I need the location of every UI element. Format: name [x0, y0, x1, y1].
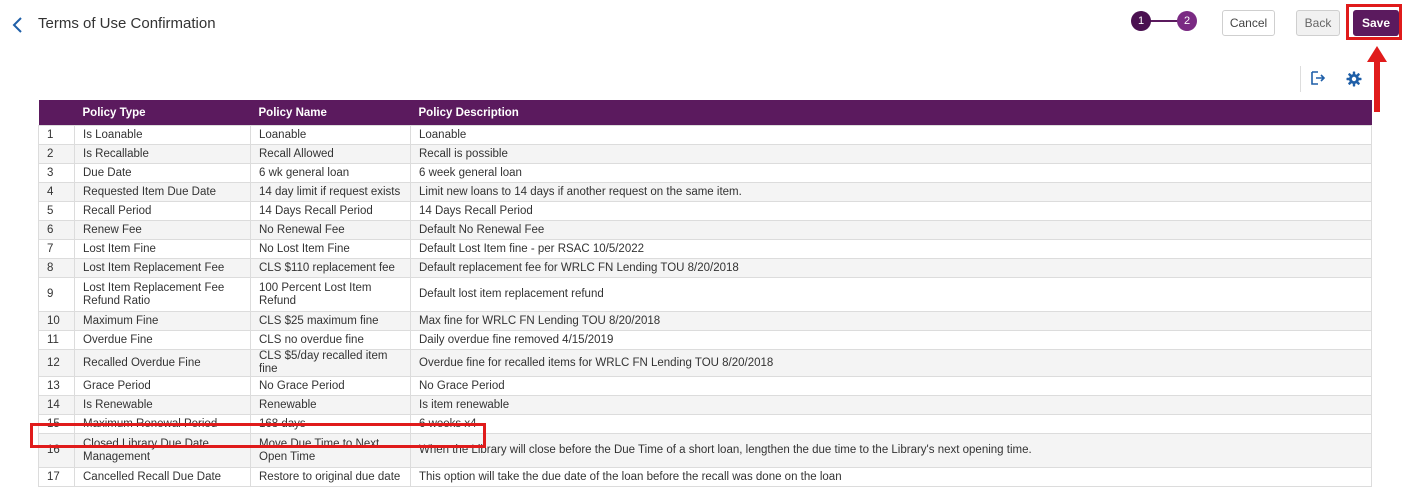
- table-row[interactable]: 4 Requested Item Due Date 14 day limit if …: [38, 182, 1372, 202]
- policy-name: CLS $25 maximum fine: [250, 311, 411, 331]
- row-number: 17: [38, 467, 75, 487]
- table-row[interactable]: 10 Maximum Fine CLS $25 maximum fine Max fi…: [38, 311, 1372, 331]
- policy-type: Due Date: [74, 163, 251, 183]
- row-number: 10: [38, 311, 75, 331]
- policy-description: Loanable: [410, 125, 1372, 145]
- table-row[interactable]: 12 Recalled Overdue Fine CLS $5/day recall…: [38, 349, 1372, 377]
- table-row[interactable]: 17 Cancelled Recall Due Date Restore to or…: [38, 467, 1372, 487]
- row-number: 7: [38, 239, 75, 259]
- policy-name: CLS $110 replacement fee: [250, 258, 411, 278]
- row-number: 2: [38, 144, 75, 164]
- table-row[interactable]: 11 Overdue Fine CLS no overdue fine Daily o…: [38, 330, 1372, 350]
- column-header-policy-name[interactable]: Policy Name: [250, 100, 411, 126]
- policy-description: 6 week general loan: [410, 163, 1372, 183]
- policy-type: Maximum Fine: [74, 311, 251, 331]
- table-header-row: Policy Type Policy Name Policy Descripti…: [38, 100, 1372, 126]
- toolbar-divider: [1300, 66, 1301, 92]
- column-header-number: [38, 100, 75, 126]
- row-number: 1: [38, 125, 75, 145]
- policy-name: No Renewal Fee: [250, 220, 411, 240]
- step-indicator: 1 2: [1131, 11, 1203, 31]
- policy-type: Lost Item Replacement Fee: [74, 258, 251, 278]
- row-number: 8: [38, 258, 75, 278]
- policy-description: 6 weeks x4: [410, 414, 1372, 434]
- gear-icon[interactable]: [1346, 71, 1362, 87]
- save-highlight-box: [1346, 4, 1402, 40]
- table-row[interactable]: 9 Lost Item Replacement Fee Refund Ratio 1…: [38, 277, 1372, 312]
- row-number: 11: [38, 330, 75, 350]
- back-button[interactable]: Back: [1296, 10, 1340, 36]
- policy-name: CLS no overdue fine: [250, 330, 411, 350]
- policy-description: No Grace Period: [410, 376, 1372, 396]
- column-header-policy-description[interactable]: Policy Description: [410, 100, 1372, 126]
- row-number: 4: [38, 182, 75, 202]
- policy-description: Is item renewable: [410, 395, 1372, 415]
- policy-description: Default replacement fee for WRLC FN Lend…: [410, 258, 1372, 278]
- policy-type: Recall Period: [74, 201, 251, 221]
- chevron-left-icon[interactable]: [8, 14, 28, 36]
- policy-description: Overdue fine for recalled items for WRLC…: [410, 349, 1372, 377]
- table-row[interactable]: 14 Is Renewable Renewable Is item renewable: [38, 395, 1372, 415]
- row-number: 13: [38, 376, 75, 396]
- policy-name: 6 wk general loan: [250, 163, 411, 183]
- step-2: 2: [1177, 11, 1197, 31]
- policy-description: Default No Renewal Fee: [410, 220, 1372, 240]
- policy-name: Loanable: [250, 125, 411, 145]
- policy-description: When the Library will close before the D…: [410, 433, 1372, 468]
- policy-name: 14 day limit if request exists: [250, 182, 411, 202]
- policy-type: Is Loanable: [74, 125, 251, 145]
- row-number: 5: [38, 201, 75, 221]
- policy-name: 100 Percent Lost Item Refund: [250, 277, 411, 312]
- step-1: 1: [1131, 11, 1151, 31]
- row-number: 12: [38, 349, 75, 377]
- policy-description: This option will take the due date of th…: [410, 467, 1372, 487]
- page-header: Terms of Use Confirmation 1 2 Cancel Bac…: [0, 0, 1415, 50]
- policy-description: Daily overdue fine removed 4/15/2019: [410, 330, 1372, 350]
- policy-name: No Grace Period: [250, 376, 411, 396]
- row-number: 6: [38, 220, 75, 240]
- cancel-button[interactable]: Cancel: [1222, 10, 1275, 36]
- policy-type: Grace Period: [74, 376, 251, 396]
- policy-name: CLS $5/day recalled item fine: [250, 349, 411, 377]
- table-row[interactable]: 5 Recall Period 14 Days Recall Period 14 Da…: [38, 201, 1372, 221]
- policy-type: Lost Item Replacement Fee Refund Ratio: [74, 277, 251, 312]
- table-row[interactable]: 8 Lost Item Replacement Fee CLS $110 repla…: [38, 258, 1372, 278]
- policy-type: Lost Item Fine: [74, 239, 251, 259]
- policy-description: Limit new loans to 14 days if another re…: [410, 182, 1372, 202]
- export-icon[interactable]: [1310, 70, 1326, 86]
- table-row[interactable]: 1 Is Loanable Loanable Loanable: [38, 125, 1372, 145]
- table-row[interactable]: 6 Renew Fee No Renewal Fee Default No Renew…: [38, 220, 1372, 240]
- policy-description: Max fine for WRLC FN Lending TOU 8/20/20…: [410, 311, 1372, 331]
- row-highlight-box: [30, 423, 486, 448]
- policy-description: Default Lost Item fine - per RSAC 10/5/2…: [410, 239, 1372, 259]
- policy-type: Is Renewable: [74, 395, 251, 415]
- policy-name: Restore to original due date: [250, 467, 411, 487]
- policy-description: 14 Days Recall Period: [410, 201, 1372, 221]
- row-number: 14: [38, 395, 75, 415]
- policy-type: Renew Fee: [74, 220, 251, 240]
- table-row[interactable]: 3 Due Date 6 wk general loan 6 week general…: [38, 163, 1372, 183]
- table-row[interactable]: 7 Lost Item Fine No Lost Item Fine Default …: [38, 239, 1372, 259]
- policy-description: Recall is possible: [410, 144, 1372, 164]
- policy-type: Overdue Fine: [74, 330, 251, 350]
- policy-type: Recalled Overdue Fine: [74, 349, 251, 377]
- policy-name: No Lost Item Fine: [250, 239, 411, 259]
- policy-description: Default lost item replacement refund: [410, 277, 1372, 312]
- policy-type: Cancelled Recall Due Date: [74, 467, 251, 487]
- table-row[interactable]: 2 Is Recallable Recall Allowed Recall is po…: [38, 144, 1372, 164]
- table-row[interactable]: 13 Grace Period No Grace Period No Grace Pe…: [38, 376, 1372, 396]
- row-number: 9: [38, 277, 75, 312]
- policy-name: Recall Allowed: [250, 144, 411, 164]
- policy-name: 14 Days Recall Period: [250, 201, 411, 221]
- policy-type: Is Recallable: [74, 144, 251, 164]
- policy-name: Renewable: [250, 395, 411, 415]
- row-number: 3: [38, 163, 75, 183]
- page-title: Terms of Use Confirmation: [38, 15, 216, 32]
- policy-type: Requested Item Due Date: [74, 182, 251, 202]
- column-header-policy-type[interactable]: Policy Type: [74, 100, 251, 126]
